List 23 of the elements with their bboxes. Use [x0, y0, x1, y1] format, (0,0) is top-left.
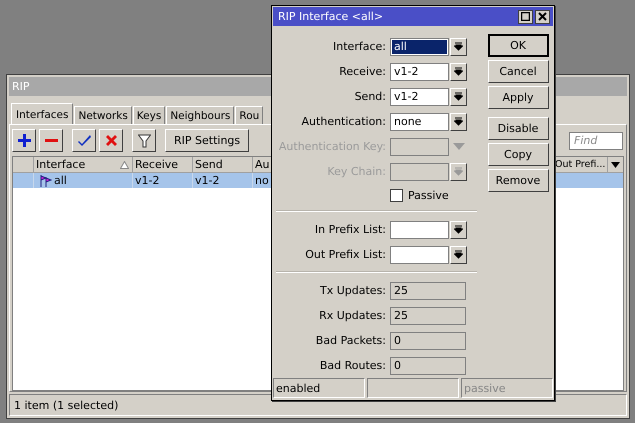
field-label: Authentication: [300, 115, 387, 128]
readonly-field: 0 [390, 332, 466, 350]
field-label: Rx Updates: [318, 309, 387, 322]
field-label: Key Chain: [326, 165, 387, 178]
status-pane: passive [461, 378, 553, 398]
readonly-field: 25 [390, 282, 466, 300]
status-pane: enabled [273, 378, 365, 398]
field-label: In Prefix List: [314, 223, 387, 236]
field-label: Receive: [338, 65, 387, 78]
field-label: Interface: [332, 40, 387, 53]
field-label: Bad Routes: [318, 359, 387, 372]
readonly-field: 0 [390, 356, 466, 374]
table-cell: v1-2 [195, 174, 220, 187]
window-title: RIP Interface <all> [277, 10, 384, 23]
field-label: Bad Packets: [314, 334, 387, 347]
table-cell: all [54, 174, 67, 187]
table-cell: v1-2 [135, 174, 160, 187]
field-label: Out Prefix List: [304, 248, 387, 261]
readonly-field: 25 [390, 306, 466, 324]
checkbox-label: Passive [408, 188, 449, 202]
table-cell: no [255, 174, 269, 187]
field-label: Tx Updates: [319, 284, 387, 297]
field-label: Authentication Key: [278, 140, 387, 153]
